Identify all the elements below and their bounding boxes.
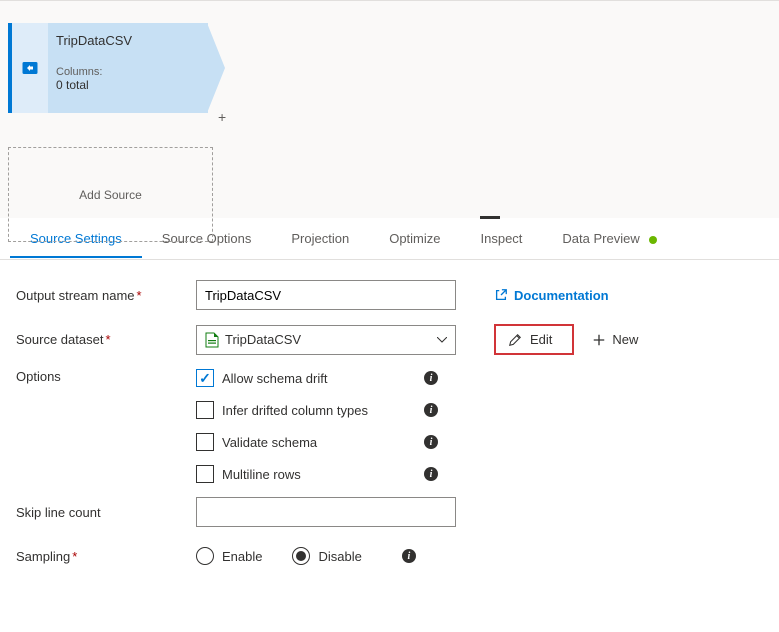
file-icon <box>205 332 219 348</box>
tab-optimize[interactable]: Optimize <box>369 219 460 258</box>
node-arrow <box>207 23 225 113</box>
validate-schema-label: Validate schema <box>222 435 317 450</box>
edit-label: Edit <box>530 332 552 347</box>
skip-line-input[interactable] <box>196 497 456 527</box>
skip-line-label: Skip line count <box>16 505 196 520</box>
validate-schema-row: Validate schema i <box>196 433 438 451</box>
infer-drifted-label: Infer drifted column types <box>222 403 368 418</box>
row-skip-line: Skip line count <box>16 497 763 527</box>
sampling-label: Sampling* <box>16 549 196 564</box>
tab-inspect[interactable]: Inspect <box>461 219 543 258</box>
info-icon[interactable]: i <box>424 435 438 449</box>
add-source-label: Add Source <box>79 188 142 202</box>
tab-projection[interactable]: Projection <box>271 219 369 258</box>
multiline-rows-label: Multiline rows <box>222 467 301 482</box>
external-link-icon <box>494 288 508 302</box>
row-options: Options Allow schema drift i Infer drift… <box>16 369 763 483</box>
row-output-stream: Output stream name* Documentation <box>16 280 763 310</box>
options-column: Allow schema drift i Infer drifted colum… <box>196 369 438 483</box>
plus-icon <box>592 333 606 347</box>
node-columns-label: Columns: <box>56 66 200 78</box>
new-label: New <box>612 332 638 347</box>
options-label: Options <box>16 369 196 384</box>
node-title: TripDataCSV <box>56 33 200 48</box>
disable-label: Disable <box>318 549 361 564</box>
form-area: Output stream name* Documentation Source… <box>0 260 779 605</box>
info-icon[interactable]: i <box>402 549 416 563</box>
multiline-rows-checkbox[interactable] <box>196 465 214 483</box>
output-stream-label: Output stream name* <box>16 288 196 303</box>
output-stream-label-text: Output stream name <box>16 288 135 303</box>
new-button[interactable]: New <box>592 332 638 347</box>
status-dot-icon <box>649 236 657 244</box>
row-sampling: Sampling* Enable Disable i <box>16 541 763 571</box>
infer-drifted-checkbox[interactable] <box>196 401 214 419</box>
dataflow-source-icon <box>21 59 39 77</box>
source-node[interactable]: TripDataCSV Columns: 0 total <box>8 23 208 113</box>
sampling-radio-group: Enable Disable i <box>196 547 416 565</box>
allow-schema-drift-checkbox[interactable] <box>196 369 214 387</box>
pencil-icon <box>508 333 522 347</box>
node-icon-column <box>12 23 48 113</box>
required-asterisk: * <box>137 288 142 303</box>
output-stream-input[interactable] <box>196 280 456 310</box>
multiline-rows-row: Multiline rows i <box>196 465 438 483</box>
allow-schema-drift-row: Allow schema drift i <box>196 369 438 387</box>
info-icon[interactable]: i <box>424 467 438 481</box>
sampling-disable-radio[interactable] <box>292 547 310 565</box>
documentation-label: Documentation <box>514 288 609 303</box>
source-dataset-dropdown[interactable]: TripDataCSV <box>196 325 456 355</box>
infer-drifted-row: Infer drifted column types i <box>196 401 438 419</box>
required-asterisk: * <box>105 332 110 347</box>
info-icon[interactable]: i <box>424 371 438 385</box>
node-count: 0 total <box>56 78 200 92</box>
add-source-button[interactable]: Add Source <box>8 147 213 242</box>
validate-schema-checkbox[interactable] <box>196 433 214 451</box>
row-source-dataset: Source dataset* TripDataCSV Edit New <box>16 324 763 355</box>
node-body: TripDataCSV Columns: 0 total <box>48 23 208 102</box>
required-asterisk: * <box>72 549 77 564</box>
allow-schema-drift-label: Allow schema drift <box>222 371 327 386</box>
enable-label: Enable <box>222 549 262 564</box>
source-dataset-label-text: Source dataset <box>16 332 103 347</box>
chevron-down-icon <box>437 337 447 343</box>
tab-data-preview-label: Data Preview <box>562 231 639 246</box>
source-dataset-value: TripDataCSV <box>225 332 301 347</box>
source-dataset-label: Source dataset* <box>16 332 196 347</box>
add-branch-button[interactable]: + <box>218 109 226 125</box>
info-icon[interactable]: i <box>424 403 438 417</box>
tab-data-preview[interactable]: Data Preview <box>542 219 677 258</box>
sampling-label-text: Sampling <box>16 549 70 564</box>
canvas-area: TripDataCSV Columns: 0 total + Add Sourc… <box>0 0 779 218</box>
edit-button[interactable]: Edit <box>494 324 574 355</box>
sampling-enable-radio[interactable] <box>196 547 214 565</box>
tab-indicator <box>480 216 500 219</box>
documentation-link[interactable]: Documentation <box>494 288 609 303</box>
